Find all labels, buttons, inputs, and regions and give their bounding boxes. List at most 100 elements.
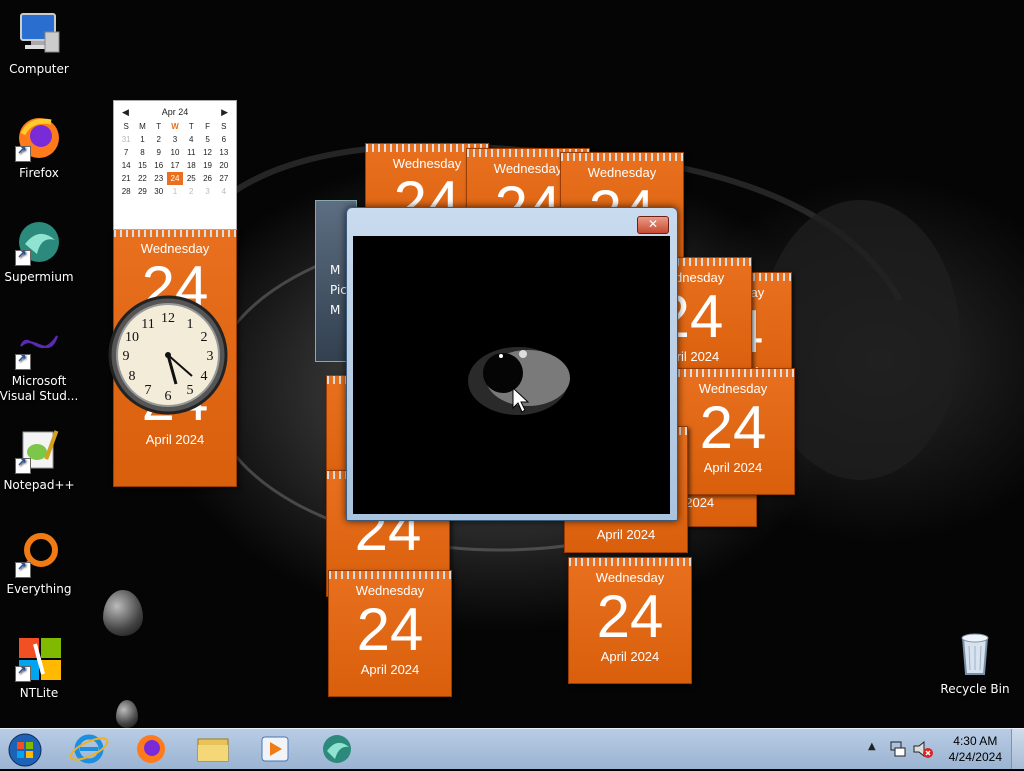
shortcut-arrow-icon [15,456,31,474]
network-icon[interactable] [888,739,908,759]
day-cell[interactable]: 27 [216,172,232,185]
day-cell[interactable]: 10 [167,146,183,159]
day-cell[interactable]: 28 [118,185,134,198]
internet-explorer-icon [69,734,109,764]
day-cell[interactable]: 9 [151,146,167,159]
day-cell[interactable]: 21 [118,172,134,185]
day-cell[interactable]: 14 [118,159,134,172]
day-cell[interactable]: 20 [216,159,232,172]
show-desktop-button[interactable] [1011,729,1024,769]
calendar-rings [114,229,236,237]
visual-studio-icon [15,322,63,370]
day-cell[interactable]: 16 [151,159,167,172]
day-cell[interactable]: 11 [183,146,199,159]
day-cell[interactable]: 6 [216,133,232,146]
svg-text:2: 2 [201,330,208,345]
day-cell[interactable]: 30 [151,185,167,198]
prev-month-icon[interactable]: ◀ [122,107,129,118]
svg-text:6: 6 [165,389,172,404]
day-cell[interactable]: 1 [134,133,150,146]
next-month-icon[interactable]: ▶ [221,107,228,118]
svg-text:11: 11 [141,317,154,332]
svg-text:4: 4 [201,369,208,384]
day-cell[interactable]: 13 [216,146,232,159]
icon-label: Computer [9,62,69,76]
desktop-icon-ntlite[interactable]: NTLite [0,634,79,700]
window-content[interactable] [353,236,670,514]
day-cell[interactable]: 17 [167,159,183,172]
day-cell[interactable]: 3 [199,185,215,198]
day-cell[interactable]: 22 [134,172,150,185]
calendar-gadget[interactable]: Wednesday 24 April 2024 [328,570,452,697]
week-row: 21 22 23 24 25 26 27 [118,172,232,185]
hidden-menu-item[interactable]: Pic [330,283,347,297]
day-cell[interactable]: 31 [118,133,134,146]
firefox-icon [15,114,63,162]
icon-label: Recycle Bin [940,682,1010,696]
week-row: 28 29 30 1 2 3 4 [118,185,232,198]
start-button[interactable] [0,731,50,767]
window-image [468,347,570,415]
icon-label: Everything [6,582,72,596]
day-cell[interactable]: 1 [167,185,183,198]
day-cell[interactable]: 26 [199,172,215,185]
shortcut-arrow-icon [15,248,31,266]
day-cell[interactable]: 19 [199,159,215,172]
shortcut-arrow-icon [15,560,31,578]
day-cell[interactable]: 5 [199,133,215,146]
desktop-icon-everything[interactable]: Everything [0,530,79,596]
month-calendar-gadget[interactable]: ◀ Apr 24 ▶ SMTWTFS 31 1 2 3 4 5 6 7 8 9 10 11 12 13 … [113,100,237,230]
day-cell[interactable]: 25 [183,172,199,185]
day-cell[interactable]: 15 [134,159,150,172]
desktop-icon-visual-studio[interactable]: Microsoft Visual Stud... [0,322,79,404]
day-cell[interactable]: 18 [183,159,199,172]
desktop-icon-firefox[interactable]: Firefox [0,114,79,180]
desktop-icon-notepadpp[interactable]: Notepad++ [0,426,79,492]
calendar-month-year: April 2024 [596,527,656,542]
close-button[interactable]: ✕ [637,216,669,234]
hidden-menu-item[interactable]: M [330,303,340,317]
taskbar-media-player[interactable] [248,731,302,767]
weekday-label: T [188,122,194,131]
calendar-day: 24 [356,596,424,663]
icon-label: Microsoft Visual Stud... [0,374,79,403]
firefox-icon [137,735,165,763]
desktop-icon-computer[interactable]: Computer [0,10,79,76]
calendar-gadget[interactable]: Wednesday 24 April 2024 [671,368,795,495]
volume-muted-icon[interactable] [912,739,934,759]
svg-text:3: 3 [207,349,214,364]
app-window[interactable]: ✕ [346,207,678,521]
day-cell[interactable]: 3 [167,133,183,146]
calendar-rings [672,369,794,377]
day-cell[interactable]: 8 [134,146,150,159]
system-clock[interactable]: 4:30 AM 4/24/2024 [949,733,1002,765]
day-cell[interactable]: 7 [118,146,134,159]
day-cell-today[interactable]: 24 [166,172,184,185]
desktop-icon-recycle-bin[interactable]: Recycle Bin [935,630,1015,696]
day-cell[interactable]: 29 [134,185,150,198]
day-cell[interactable]: 2 [183,185,199,198]
taskbar-supermium[interactable] [310,731,364,767]
weekday-label: S [221,122,227,131]
desktop[interactable]: Computer Firefox Supermium Microsoft Vis… [0,0,1024,728]
desktop-icon-supermium[interactable]: Supermium [0,218,79,284]
taskbar-file-explorer[interactable] [186,731,240,767]
calendar-gadget[interactable]: Wednesday 24 April 2024 [568,557,692,684]
hidden-menu-item[interactable]: M [330,263,340,277]
day-cell[interactable]: 4 [183,133,199,146]
day-cell[interactable]: 23 [151,172,167,185]
show-hidden-icons[interactable]: ▲ [868,741,876,752]
water-drop [116,700,138,728]
svg-text:10: 10 [125,330,139,345]
analog-clock-gadget[interactable]: 12 12 345 678 91011 [106,294,234,416]
day-cell[interactable]: 4 [216,185,232,198]
day-cell[interactable]: 12 [199,146,215,159]
day-cell[interactable]: 2 [151,133,167,146]
icon-label: Supermium [4,270,74,284]
month-title: Apr 24 [161,107,189,117]
taskbar-firefox[interactable] [124,731,178,767]
recycle-bin-icon [951,630,999,678]
taskbar-internet-explorer[interactable] [62,731,116,767]
ntlite-icon [15,634,63,682]
weekday-label: W [171,122,179,131]
